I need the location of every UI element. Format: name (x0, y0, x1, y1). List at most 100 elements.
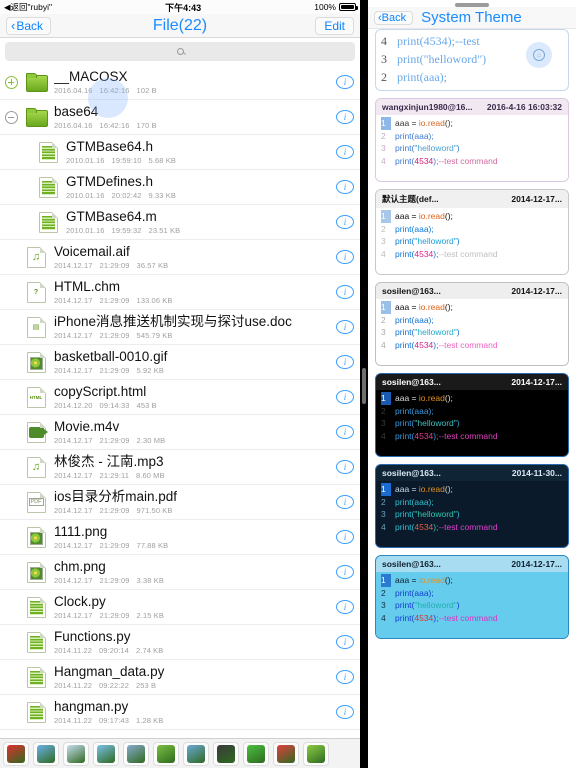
info-button[interactable]: i (336, 285, 354, 299)
expand-toggle-icon[interactable] (4, 75, 18, 89)
line-number: 3 (381, 509, 386, 519)
line-text: print("helloword") (395, 142, 563, 155)
file-size: 2.74 KB (135, 645, 164, 655)
info-button[interactable]: i (336, 425, 354, 439)
file-name: chm.png (54, 558, 106, 574)
file-name: iPhone消息推送机制实现与探讨use.doc (54, 313, 292, 329)
code-token: "helloword" (414, 418, 457, 428)
camera-button[interactable] (183, 741, 209, 766)
status-back-app[interactable]: ◀返回"rubyi" (4, 1, 52, 13)
table-row[interactable]: ? HTML.chm 2014.12.17 21:29:09 133.06 KB i (0, 275, 360, 310)
theme-card[interactable]: wangxinjun1980@16... 2016-4-16 16:03:32 1 a… (375, 98, 569, 182)
table-row[interactable]: basketball-0010.gif 2014.12.17 21:29:09 5.9… (0, 345, 360, 380)
file-size: 102 B (136, 85, 157, 95)
code-token: --test command (438, 339, 498, 350)
table-row[interactable]: PDF ios目录分析main.pdf 2014.12.17 21:29:09 971.… (0, 485, 360, 520)
scanner-button[interactable] (123, 741, 149, 766)
table-row[interactable]: ♫ Voicemail.aif 2014.12.17 21:29:09 36.57 KB… (0, 240, 360, 275)
trash-button[interactable] (273, 741, 299, 766)
info-button[interactable]: i (336, 215, 354, 229)
theme-card[interactable]: sosilen@163... 2014-12-17... 1 aaa = io.rea… (375, 282, 569, 366)
code-token: print( (395, 143, 415, 153)
info-button[interactable]: i (336, 565, 354, 579)
edit-button[interactable]: Edit (315, 16, 354, 35)
info-button[interactable]: i (336, 705, 354, 719)
photo-import-button[interactable] (93, 741, 119, 766)
theme-card[interactable]: sosilen@163... 2014-11-30... 1 aaa = io.rea… (375, 464, 569, 548)
new-folder-button[interactable] (33, 741, 59, 766)
divider-handle[interactable] (362, 368, 366, 404)
file-time: 16:42:16 (99, 120, 130, 130)
collapse-toggle-icon[interactable] (4, 110, 18, 124)
info-button[interactable]: i (336, 635, 354, 649)
file-name: basketball-0010.gif (54, 348, 168, 364)
theme-card[interactable]: 默认主题(def... 2014-12-17... 1 aaa = io.read()… (375, 189, 569, 275)
line-text: aaa = io.read(); (395, 483, 563, 496)
table-row[interactable]: GTMDefines.h 2010.01.16 20:02:42 9.33 KB i (0, 170, 360, 205)
code-token: aaa = (395, 393, 419, 403)
row-text-cell: ios目录分析main.pdf 2014.12.17 21:29:09 971.50 … (50, 489, 332, 516)
sort-az-button[interactable] (3, 741, 29, 766)
table-row[interactable]: ▤ iPhone消息推送机制实现与探讨use.doc 2014.12.17 21:29… (0, 310, 360, 345)
info-button[interactable]: i (336, 530, 354, 544)
theme-card[interactable]: sosilen@163... 2014-12-17... 1 aaa = io.rea… (375, 373, 569, 457)
info-button[interactable]: i (336, 670, 354, 684)
table-row[interactable]: Functions.py 2014.11.22 09:20:14 2.74 KB i (0, 625, 360, 660)
code-token: ) (456, 327, 460, 337)
file-time: 21:29:09 (99, 505, 130, 515)
table-row[interactable]: hangman.py 2014.11.22 09:17:43 1.28 KB i (0, 695, 360, 730)
line-number: 3 (381, 143, 386, 153)
table-row[interactable]: 1111.png 2014.12.17 21:29:09 77.88 KB i (0, 520, 360, 555)
table-row[interactable]: __MACOSX 2016.04.16 16:42:16 102 B i (0, 65, 360, 100)
info-button[interactable]: i (336, 180, 354, 194)
info-button[interactable]: i (336, 75, 354, 89)
table-row[interactable]: base64 2016.04.16 16:42:16 170 B i (0, 100, 360, 135)
table-row[interactable]: GTMBase64.m 2010.01.16 19:59:32 23.51 KB i (0, 205, 360, 240)
file-date: 2014.12.17 (54, 330, 93, 340)
table-row[interactable]: Clock.py 2014.12.17 21:29:09 2.15 KB i (0, 590, 360, 625)
table-row[interactable]: chm.png 2014.12.17 21:29:09 3.38 KB i (0, 555, 360, 590)
file-time: 19:59:32 (111, 225, 142, 235)
theme-scroll-area[interactable]: 4 print(4534);--test 3 print("helloword") 2 p… (368, 29, 576, 768)
theme-back-button[interactable]: ‹ Back (374, 10, 414, 25)
file-list[interactable]: __MACOSX 2016.04.16 16:42:16 102 Bi base64 20… (0, 65, 360, 738)
line-text: print(4534);--test command (395, 339, 563, 352)
table-row[interactable]: GTMBase64.h 2010.01.16 19:59:10 5.68 KB i (0, 135, 360, 170)
theme-code-preview: 1 aaa = io.read(); 2 print(aaa); 3 print("hel… (376, 390, 568, 456)
info-button[interactable]: i (336, 250, 354, 264)
table-row[interactable]: ♫ 林俊杰 - 江南.mp3 2014.12.17 21:29:11 8.60 MB i (0, 450, 360, 485)
info-button[interactable]: i (336, 110, 354, 124)
table-row[interactable]: Hangman_data.py 2014.11.22 09:22:22 253 B i (0, 660, 360, 695)
theme-card[interactable]: sosilen@163... 2014-12-17... 1 aaa = io.rea… (375, 555, 569, 639)
code-token: (); (444, 118, 453, 128)
table-row[interactable]: Movie.m4v 2014.12.17 21:29:09 2.30 MB i (0, 415, 360, 450)
code-file-icon (26, 596, 46, 618)
flashlight-button[interactable] (153, 741, 179, 766)
archive-button[interactable] (213, 741, 239, 766)
info-button[interactable]: i (336, 600, 354, 614)
info-button[interactable]: i (336, 145, 354, 159)
settings-button[interactable] (303, 741, 329, 766)
search-input[interactable] (5, 42, 355, 61)
file-meta: 2016.04.16 16:42:16 170 B (54, 120, 332, 131)
download-button[interactable] (243, 741, 269, 766)
code-token: print( (395, 236, 415, 246)
split-divider[interactable] (360, 0, 368, 768)
code-token: aaa = (395, 211, 419, 221)
info-button[interactable]: i (336, 390, 354, 404)
page-title: File(22) (152, 16, 208, 34)
row-text-cell: GTMBase64.h 2010.01.16 19:59:10 5.68 KB (62, 139, 332, 166)
info-button[interactable]: i (336, 320, 354, 334)
file-date: 2014.11.22 (54, 715, 92, 725)
new-file-button[interactable] (63, 741, 89, 766)
camera-icon (187, 744, 205, 763)
file-size: 170 B (136, 120, 157, 130)
info-button[interactable]: i (336, 495, 354, 509)
table-row[interactable]: HTML copyScript.html 2014.12.20 09:14:33 453… (0, 380, 360, 415)
info-button[interactable]: i (336, 460, 354, 474)
file-meta: 2010.01.16 20:02:42 9.33 KB (66, 190, 332, 201)
current-theme-preview[interactable]: 4 print(4534);--test 3 print("helloword") 2 p… (375, 29, 569, 91)
theme-date: 2014-12-17... (511, 377, 562, 387)
info-button[interactable]: i (336, 355, 354, 369)
back-button[interactable]: ‹ Back (6, 16, 52, 35)
